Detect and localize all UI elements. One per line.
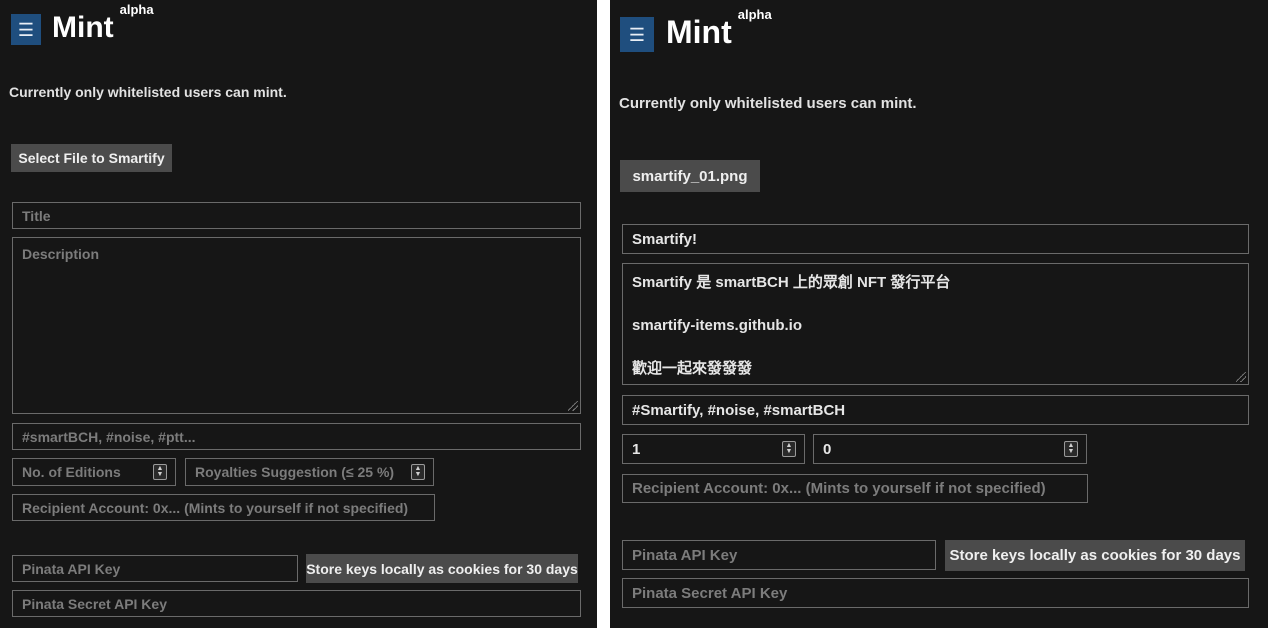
pinata-api-key-input[interactable]: Pinata API Key [622,540,936,570]
store-keys-button[interactable]: Store keys locally as cookies for 30 day… [945,540,1245,571]
page-title-text: Mint [52,11,114,44]
editions-value: 1 [632,440,641,458]
title-input[interactable]: Smartify! [622,224,1249,254]
pinata-secret-key-input[interactable]: Pinata Secret API Key [12,590,581,617]
spinner-icon[interactable]: ▲ ▼ [782,441,796,457]
description-line: smartify-items.github.io [632,317,803,334]
spinner-icon[interactable]: ▲ ▼ [411,464,425,480]
recipient-input[interactable]: Recipient Account: 0x... (Mints to yours… [12,494,435,521]
store-keys-button[interactable]: Store keys locally as cookies for 30 day… [306,554,578,583]
royalties-input[interactable]: Royalties Suggestion (≤ 25 %) ▲ ▼ [185,458,434,486]
title-input[interactable]: Title [12,202,581,229]
royalties-input[interactable]: 0 ▲ ▼ [813,434,1087,464]
tags-input[interactable]: #Smartify, #noise, #smartBCH [622,395,1249,425]
editions-placeholder: No. of Editions [22,464,121,480]
spinner-icon[interactable]: ▲ ▼ [1064,441,1078,457]
editions-input[interactable]: No. of Editions ▲ ▼ [12,458,176,486]
description-placeholder: Description [22,246,100,262]
description-textarea[interactable]: Description [12,237,581,414]
mint-form-filled: ☰ Mint alpha Currently only whitelisted u… [610,0,1268,628]
select-file-button[interactable]: Select File to Smartify [11,144,172,172]
menu-button[interactable]: ☰ [620,17,654,52]
recipient-input[interactable]: Recipient Account: 0x... (Mints to yours… [622,474,1088,503]
alpha-badge: alpha [119,2,154,17]
mint-form-empty: ☰ Mint alpha Currently only whitelisted u… [0,0,597,628]
description-line: Smartify 是 smartBCH 上的眾創 NFT 發行平台 [632,274,951,291]
hamburger-icon: ☰ [17,19,35,40]
description-text: Smartify 是 smartBCH 上的眾創 NFT 發行平台 smarti… [632,272,950,379]
royalties-placeholder: Royalties Suggestion (≤ 25 %) [195,464,395,480]
royalties-value: 0 [823,440,832,458]
resize-grip-icon[interactable] [1236,372,1246,382]
hamburger-icon: ☰ [628,24,646,45]
resize-grip-icon[interactable] [568,401,578,411]
pinata-secret-key-input[interactable]: Pinata Secret API Key [622,578,1249,608]
whitelist-notice: Currently only whitelisted users can min… [9,84,287,100]
description-textarea[interactable]: Smartify 是 smartBCH 上的眾創 NFT 發行平台 smarti… [622,263,1249,385]
page-title: Mint alpha [52,2,154,45]
spinner-icon[interactable]: ▲ ▼ [153,464,167,480]
page-title: Mint alpha [666,7,772,51]
menu-button[interactable]: ☰ [11,14,41,45]
tags-input[interactable]: #smartBCH, #noise, #ptt... [12,423,581,450]
page-title-text: Mint [666,14,732,50]
description-line: 歡迎一起來發發發 [632,360,753,377]
alpha-badge: alpha [737,7,772,23]
editions-input[interactable]: 1 ▲ ▼ [622,434,805,464]
pinata-api-key-input[interactable]: Pinata API Key [12,555,298,582]
selected-file-button[interactable]: smartify_01.png [620,160,760,192]
whitelist-notice: Currently only whitelisted users can min… [619,95,917,112]
